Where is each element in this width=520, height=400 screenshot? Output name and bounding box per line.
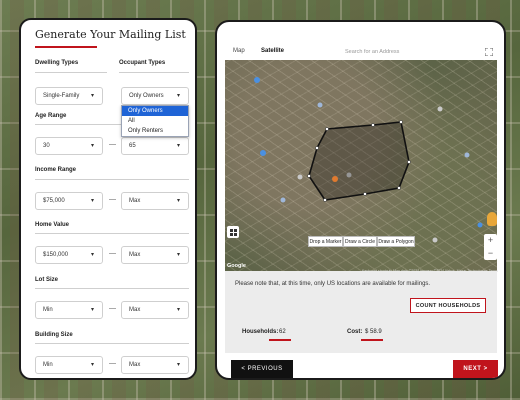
map-pin-icon: [477, 222, 483, 228]
chevron-down-icon: ▾: [91, 93, 95, 99]
building-size-max-select[interactable]: Max ▾: [121, 356, 189, 374]
google-logo: Google: [227, 263, 246, 269]
households-underline: [269, 339, 291, 341]
cost-value: $ 58.9: [365, 329, 382, 335]
chevron-down-icon: ▾: [177, 143, 181, 149]
chevron-down-icon: ▾: [91, 198, 95, 204]
chevron-down-icon: ▾: [177, 93, 181, 99]
dwelling-types-value: Single-Family: [43, 93, 80, 99]
range-separator: —: [109, 141, 116, 148]
map-pin-icon: [437, 106, 443, 112]
map-pin-icon: [260, 150, 266, 156]
title-underline: [35, 46, 97, 48]
next-button[interactable]: NEXT >: [453, 360, 498, 378]
building-size-label: Building Size: [35, 332, 73, 338]
building-size-min-select[interactable]: Min ▾: [35, 356, 103, 374]
dropdown-option[interactable]: Only Renters: [122, 126, 188, 136]
zoom-in-icon[interactable]: +: [484, 234, 497, 247]
dropdown-option[interactable]: All: [122, 116, 188, 126]
home-value-max: Max: [129, 252, 141, 258]
income-max-select[interactable]: Max ▾: [121, 192, 189, 210]
income-min-select[interactable]: $75,000 ▾: [35, 192, 103, 210]
chevron-down-icon: ▾: [177, 307, 181, 313]
map-pin-icon: [254, 77, 260, 83]
lot-size-min: Min: [43, 307, 53, 313]
zoom-out-icon[interactable]: −: [484, 247, 497, 260]
mailing-list-form: Generate Your Mailing List Dwelling Type…: [19, 18, 197, 380]
address-search-input[interactable]: Search for an Address: [325, 44, 465, 60]
lot-size-max-select[interactable]: Max ▾: [121, 301, 189, 319]
occupant-types-dropdown: Only Owners All Only Renters: [121, 105, 189, 137]
age-range-label: Age Range: [35, 113, 67, 119]
draw-circle-button[interactable]: Draw a Circle: [343, 236, 377, 247]
divider: [35, 343, 189, 344]
chevron-down-icon: ▾: [91, 143, 95, 149]
home-value-max-select[interactable]: Max ▾: [121, 246, 189, 264]
drop-marker-button[interactable]: Drop a Marker: [308, 236, 343, 247]
dwelling-types-label: Dwelling Types: [35, 60, 79, 66]
chevron-down-icon: ▾: [91, 252, 95, 258]
divider: [35, 179, 189, 180]
lot-size-min-select[interactable]: Min ▾: [35, 301, 103, 319]
divider: [119, 72, 189, 73]
marker-icon: [332, 176, 338, 182]
cost-underline: [361, 339, 383, 341]
map-card: Map Satellite Search for an Address + − …: [215, 20, 506, 380]
map-pin-icon: [432, 237, 438, 243]
dropdown-option[interactable]: Only Owners: [122, 106, 188, 116]
households-label: Households:: [242, 329, 279, 335]
us-only-note: Please note that, at this time, only US …: [235, 281, 431, 287]
occupant-types-label: Occupant Types: [119, 60, 166, 66]
polygon-outline: [308, 121, 410, 201]
range-separator: —: [109, 305, 116, 312]
home-value-min-select[interactable]: $150,000 ▾: [35, 246, 103, 264]
lot-size-label: Lot Size: [35, 277, 59, 283]
chevron-down-icon: ▾: [177, 252, 181, 258]
age-min-value: 30: [43, 143, 50, 149]
occupant-types-value: Only Owners: [129, 93, 164, 99]
range-separator: —: [109, 196, 116, 203]
income-max-value: Max: [129, 198, 141, 204]
grid-icon: [229, 228, 237, 236]
home-value-min: $150,000: [43, 252, 69, 258]
income-range-label: Income Range: [35, 167, 77, 173]
cost-label: Cost:: [347, 329, 363, 335]
draw-polygon-button[interactable]: Draw a Polygon: [377, 236, 415, 247]
chevron-down-icon: ▾: [91, 307, 95, 313]
divider: [35, 72, 107, 73]
map-toolbar: Map Satellite Search for an Address: [225, 44, 497, 60]
map-pin-icon: [297, 174, 303, 180]
form-title: Generate Your Mailing List: [35, 28, 186, 41]
map-pin-icon: [464, 152, 470, 158]
lot-size-max: Max: [129, 307, 141, 313]
households-value: 62: [279, 329, 286, 335]
street-view-pegman-icon[interactable]: [487, 212, 497, 226]
fullscreen-icon[interactable]: [485, 48, 493, 56]
tab-map[interactable]: Map: [233, 48, 245, 54]
map-pin-icon: [317, 102, 323, 108]
count-households-button[interactable]: COUNT HOUSEHOLDS: [410, 298, 486, 313]
age-min-select[interactable]: 30 ▾: [35, 137, 103, 155]
occupant-types-select[interactable]: Only Owners ▾: [121, 87, 189, 105]
divider: [35, 288, 189, 289]
range-separator: —: [109, 360, 116, 367]
building-size-min: Min: [43, 362, 53, 368]
map-pin-icon: [280, 197, 286, 203]
layers-button[interactable]: [227, 226, 239, 238]
chevron-down-icon: ▾: [177, 362, 181, 368]
results-panel: Please note that, at this time, only US …: [225, 271, 497, 353]
zoom-control: + −: [484, 234, 497, 260]
chevron-down-icon: ▾: [177, 198, 181, 204]
home-value-label: Home Value: [35, 222, 70, 228]
building-size-max: Max: [129, 362, 141, 368]
income-min-value: $75,000: [43, 198, 65, 204]
age-max-value: 65: [129, 143, 136, 149]
tab-satellite[interactable]: Satellite: [261, 48, 284, 54]
dwelling-types-select[interactable]: Single-Family ▾: [35, 87, 103, 105]
range-separator: —: [109, 250, 116, 257]
previous-button[interactable]: < PREVIOUS: [231, 360, 293, 378]
age-max-select[interactable]: 65 ▾: [121, 137, 189, 155]
divider: [35, 233, 189, 234]
chevron-down-icon: ▾: [91, 362, 95, 368]
